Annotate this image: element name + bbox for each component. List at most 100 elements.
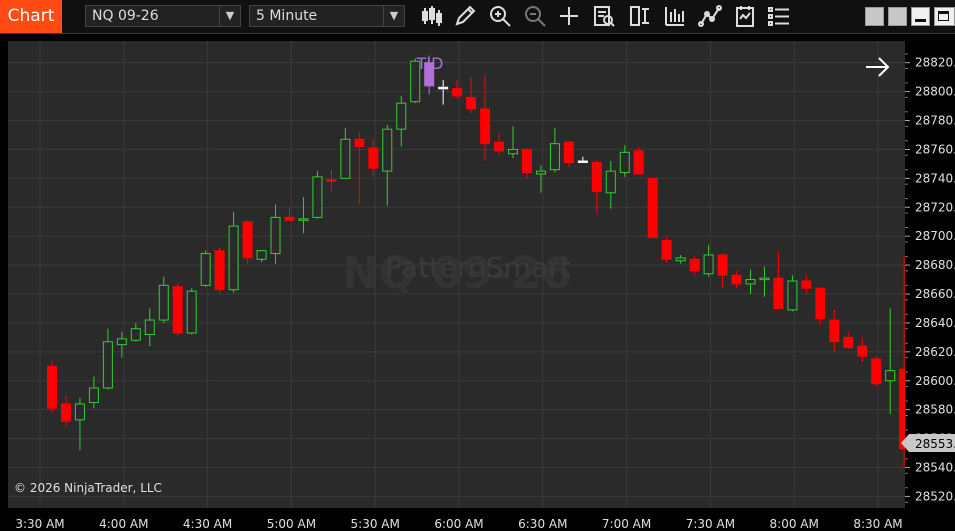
candle-body <box>535 170 546 175</box>
price-tick-label: 28740.00 <box>915 171 955 185</box>
candle-body <box>60 403 71 422</box>
strategies-icon[interactable] <box>663 4 687 28</box>
price-tick-label: 28700.00 <box>915 229 955 243</box>
tile-button[interactable] <box>865 7 884 26</box>
time-tick-label: 7:30 AM <box>686 517 735 531</box>
candle-body <box>773 277 784 309</box>
candle <box>661 236 672 263</box>
price-tick-label: 28760.00 <box>915 142 955 156</box>
zoom-in-icon[interactable] <box>488 4 512 28</box>
time-tick-label: 6:30 AM <box>518 517 567 531</box>
crosshair-icon[interactable] <box>557 4 581 28</box>
data-box-icon[interactable] <box>592 4 616 28</box>
chart-tab[interactable]: Chart <box>0 0 62 33</box>
current-price-marker: 28553.25 <box>901 434 955 452</box>
candle <box>172 282 183 336</box>
drawing-tools-icon[interactable] <box>698 4 722 28</box>
time-axis-labels: 3:30 AM 4:00 AM 4:30 AM 5:00 AM 5:30 AM 6:00 … <box>15 517 902 531</box>
price-tick-label: 28640.00 <box>915 316 955 330</box>
tile-button-2[interactable] <box>888 7 907 26</box>
pencil-icon[interactable] <box>453 4 477 28</box>
templates-icon[interactable] <box>733 4 757 28</box>
instrument-selector[interactable]: NQ 09-26 ▼ <box>85 5 241 27</box>
candle <box>563 140 574 167</box>
minimize-button[interactable] <box>911 7 930 26</box>
copyright-text: © 2026 NinjaTrader, LLC <box>14 481 162 495</box>
chevron-down-icon[interactable]: ▼ <box>219 6 240 26</box>
candle-body <box>801 280 812 289</box>
chevron-down-icon[interactable]: ▼ <box>383 6 404 26</box>
price-tick-label: 28800.00 <box>915 85 955 99</box>
price-tick-label: 28820.00 <box>915 56 955 70</box>
price-tick-label: 28540.00 <box>915 461 955 475</box>
current-price-label: 28553.25 <box>915 437 955 451</box>
candle-body <box>703 254 714 275</box>
candle <box>787 275 798 312</box>
candle-body <box>563 141 574 163</box>
candle-body <box>270 216 281 255</box>
candle-body <box>745 279 756 285</box>
candle-body <box>885 370 896 382</box>
candle <box>242 220 253 264</box>
candle-body <box>438 86 449 90</box>
candle-body <box>186 290 197 334</box>
list-icon[interactable] <box>767 4 791 28</box>
zoom-out-icon[interactable] <box>523 4 547 28</box>
candle-body <box>312 176 323 218</box>
candle-body <box>256 250 267 260</box>
candle-body <box>326 179 337 182</box>
time-tick-label: 3:30 AM <box>15 517 64 531</box>
patternsmart-watermark: PatternSmart <box>385 251 570 284</box>
time-tick-label: 7:00 AM <box>602 517 651 531</box>
candle-body <box>88 387 99 403</box>
time-tick-label: 4:00 AM <box>99 517 148 531</box>
candle-body <box>410 60 421 103</box>
price-tick-label: 28720.00 <box>915 200 955 214</box>
candle-body <box>200 253 211 286</box>
candle-body <box>577 160 588 164</box>
candle-body <box>214 250 225 291</box>
candle-body <box>508 148 519 155</box>
candle-body <box>284 216 295 221</box>
candle-body <box>102 341 113 389</box>
candle-body <box>717 254 728 276</box>
candle-body <box>689 258 700 272</box>
price-tick-label: 28660.00 <box>915 287 955 301</box>
candle-body <box>158 284 169 321</box>
candle-body <box>787 280 798 311</box>
candle-body <box>675 257 686 262</box>
properties-icon[interactable] <box>628 4 652 28</box>
candle <box>186 288 197 335</box>
candle-body <box>354 138 365 148</box>
price-tick-label: 28680.00 <box>915 258 955 272</box>
candle-body <box>549 143 560 171</box>
candle-body <box>298 218 309 221</box>
candle-body <box>424 62 435 87</box>
candle <box>647 176 658 239</box>
time-tick-label: 5:00 AM <box>267 517 316 531</box>
minimize-icon <box>915 19 926 22</box>
candle-body <box>144 319 155 336</box>
candle-body <box>815 287 826 320</box>
candle <box>200 250 211 287</box>
candle-body <box>396 102 407 130</box>
candle-body <box>731 274 742 285</box>
interval-selector[interactable]: 5 Minute ▼ <box>249 5 405 27</box>
candle-body <box>368 147 379 169</box>
price-chart[interactable]: NQ 09-26 PatternSmart TID © 2026 NinjaTr… <box>0 33 955 531</box>
time-tick-label: 8:30 AM <box>853 517 902 531</box>
candle <box>815 287 826 325</box>
candle-body <box>591 161 602 192</box>
candle <box>871 356 882 387</box>
maximize-button[interactable] <box>934 7 955 26</box>
candle-body <box>521 148 532 174</box>
candle-body <box>633 150 644 175</box>
candle-body <box>480 108 491 145</box>
interval-value: 5 Minute <box>256 8 318 24</box>
bar-type-icon[interactable] <box>420 4 444 28</box>
instrument-value: NQ 09-26 <box>92 8 159 24</box>
candle-body <box>871 358 882 385</box>
time-tick-label: 6:00 AM <box>434 517 483 531</box>
candle-body <box>605 170 616 194</box>
candle-body <box>116 338 127 346</box>
